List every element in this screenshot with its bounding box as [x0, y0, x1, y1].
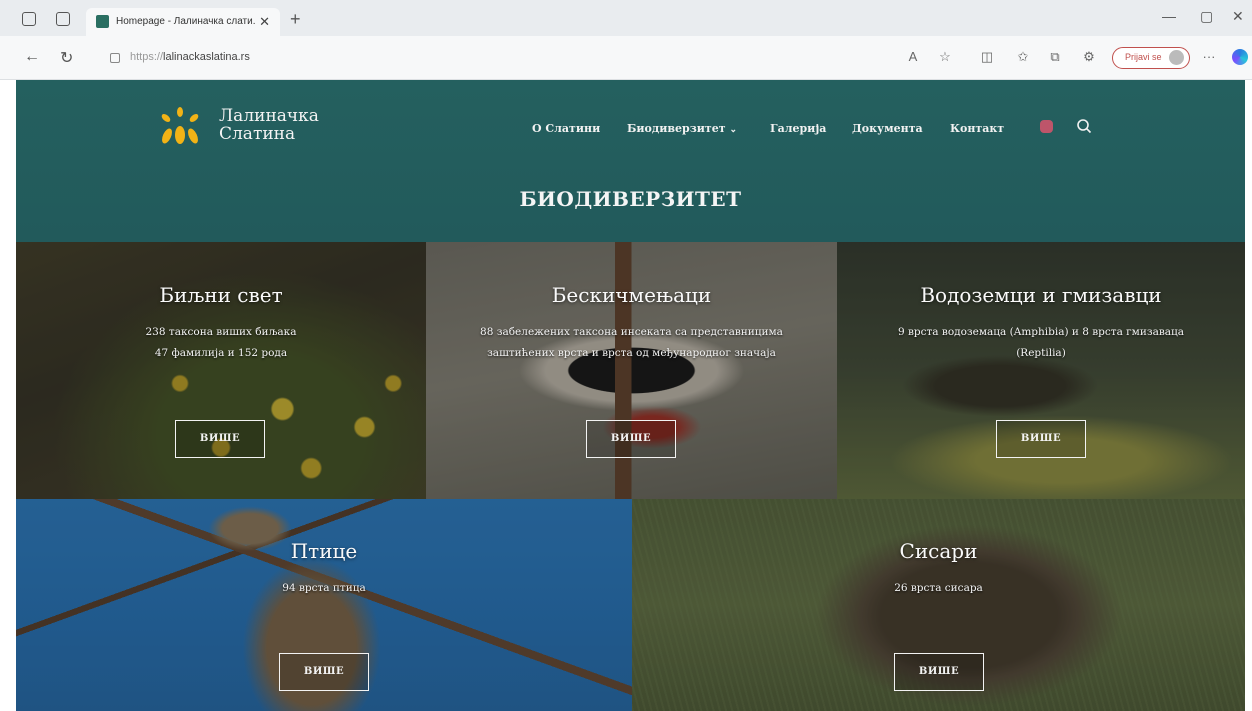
card-description-line: 9 врста водоземаца (Amphibia) и 8 врста … — [897, 326, 1185, 338]
restore-icon[interactable]: ▢ — [1200, 8, 1213, 25]
card-title: Бескичмењаци — [551, 283, 712, 307]
card-description-line: 47 фамилија и 152 рода — [154, 347, 288, 359]
card-description: 94 врста птица — [36, 578, 612, 599]
site-favicon-icon — [96, 15, 109, 28]
more-button[interactable]: ВИШЕ — [894, 653, 984, 691]
more-button[interactable]: ВИШЕ — [279, 653, 369, 691]
nav-item-kontakt[interactable]: Контакт — [950, 122, 1004, 135]
collections-icon[interactable]: ⧉ — [1048, 50, 1062, 64]
minimize-icon[interactable]: — — [1162, 8, 1176, 24]
card-title: Биљни свет — [159, 283, 283, 307]
card-overlay — [426, 242, 837, 499]
workspaces-icon[interactable] — [22, 12, 36, 26]
page-title: БИОДИВЕРЗИТЕТ — [519, 187, 742, 211]
profile-button[interactable]: Prijavi se — [1112, 47, 1190, 69]
card-overlay — [837, 242, 1245, 499]
nav-item-galerija[interactable]: Галерија — [770, 122, 826, 135]
more-button[interactable]: ВИШЕ — [586, 420, 676, 458]
card-description-line: (Reptilia) — [1016, 347, 1066, 359]
card-description-line: 238 таксона виших биљака — [145, 326, 297, 338]
card-biljni-svet: Биљни свет 238 таксона виших биљака 47 ф… — [16, 242, 426, 499]
search-icon[interactable] — [1076, 118, 1092, 134]
card-description: 238 таксона виших биљака 47 фамилија и 1… — [36, 322, 406, 364]
read-aloud-icon[interactable]: A — [906, 50, 920, 64]
favorites-icon[interactable]: ✩ — [1016, 50, 1030, 64]
card-beskicmenjaci: Бескичмењаци 88 забележених таксона инсе… — [426, 242, 837, 499]
card-title: Птице — [290, 539, 358, 563]
logo-line-2: Слатина — [219, 124, 296, 144]
nav-item-o-slatini[interactable]: О Слатини — [532, 122, 600, 135]
url-field[interactable]: https://lalinackaslatina.rs — [130, 51, 250, 63]
back-icon[interactable]: ← — [24, 48, 40, 66]
split-screen-icon[interactable]: ◫ — [980, 50, 994, 64]
tab-actions-icon[interactable] — [56, 12, 70, 26]
copilot-icon[interactable] — [1232, 49, 1248, 65]
browser-tab[interactable]: Homepage - Лалиначка слати... ✕ — [86, 8, 280, 36]
logo-line-1: Лалиначка — [219, 106, 319, 126]
profile-label: Prijavi se — [1125, 52, 1162, 62]
browser-titlebar: Homepage - Лалиначка слати... ✕ + — ▢ ✕ — [0, 0, 1252, 36]
site-logo-text[interactable]: Лалиначка Слатина — [219, 107, 319, 143]
card-sisari: Сисари 26 врста сисара ВИШЕ — [632, 499, 1245, 711]
lock-icon[interactable] — [110, 53, 120, 63]
instagram-icon[interactable] — [1040, 120, 1053, 133]
logo-flower-icon[interactable] — [158, 106, 202, 146]
close-window-icon[interactable]: ✕ — [1232, 8, 1244, 25]
avatar-icon — [1169, 50, 1184, 65]
card-description: 9 врста водоземаца (Amphibia) и 8 врста … — [857, 322, 1225, 364]
card-vodozemci-i-gmizavci: Водоземци и гмизавци 9 врста водоземаца … — [837, 242, 1245, 499]
more-button[interactable]: ВИШЕ — [175, 420, 265, 458]
extensions-icon[interactable]: ⚙ — [1082, 50, 1096, 64]
card-title: Сисари — [899, 539, 978, 563]
address-bar-row: ← ↻ https://lalinackaslatina.rs A ☆ ◫ ✩ … — [0, 36, 1252, 80]
new-tab-icon[interactable]: + — [290, 9, 301, 30]
tab-title: Homepage - Лалиначка слати... — [116, 16, 256, 27]
nav-item-biodiverzitet[interactable]: Биодиверзитет ⌄ — [627, 122, 737, 135]
nav-item-label: Биодиверзитет — [627, 122, 726, 135]
card-description-line: заштићених врста и врста од међународног… — [487, 347, 776, 359]
close-tab-icon[interactable]: ✕ — [259, 14, 270, 30]
card-description: 26 врста сисара — [652, 578, 1225, 599]
card-ptice: Птице 94 врста птица ВИШЕ — [16, 499, 632, 711]
site-viewport: Лалиначка Слатина О Слатини Биодиверзите… — [16, 80, 1245, 711]
card-title: Водоземци и гмизавци — [920, 283, 1162, 307]
refresh-icon[interactable]: ↻ — [60, 48, 73, 68]
card-description-line: 88 забележених таксона инсеката са предс… — [480, 326, 783, 338]
site-header: Лалиначка Слатина О Слатини Биодиверзите… — [16, 80, 1245, 242]
card-overlay — [16, 242, 426, 499]
nav-item-dokumenta[interactable]: Документа — [852, 122, 923, 135]
chevron-down-icon: ⌄ — [729, 125, 738, 135]
card-description-line: 26 врста сисара — [894, 582, 983, 594]
more-menu-icon[interactable]: ··· — [1202, 50, 1216, 64]
favorite-star-icon[interactable]: ☆ — [938, 50, 952, 64]
card-description: 88 забележених таксона инсеката са предс… — [446, 322, 817, 364]
card-description-line: 94 врста птица — [282, 582, 366, 594]
more-button[interactable]: ВИШЕ — [996, 420, 1086, 458]
